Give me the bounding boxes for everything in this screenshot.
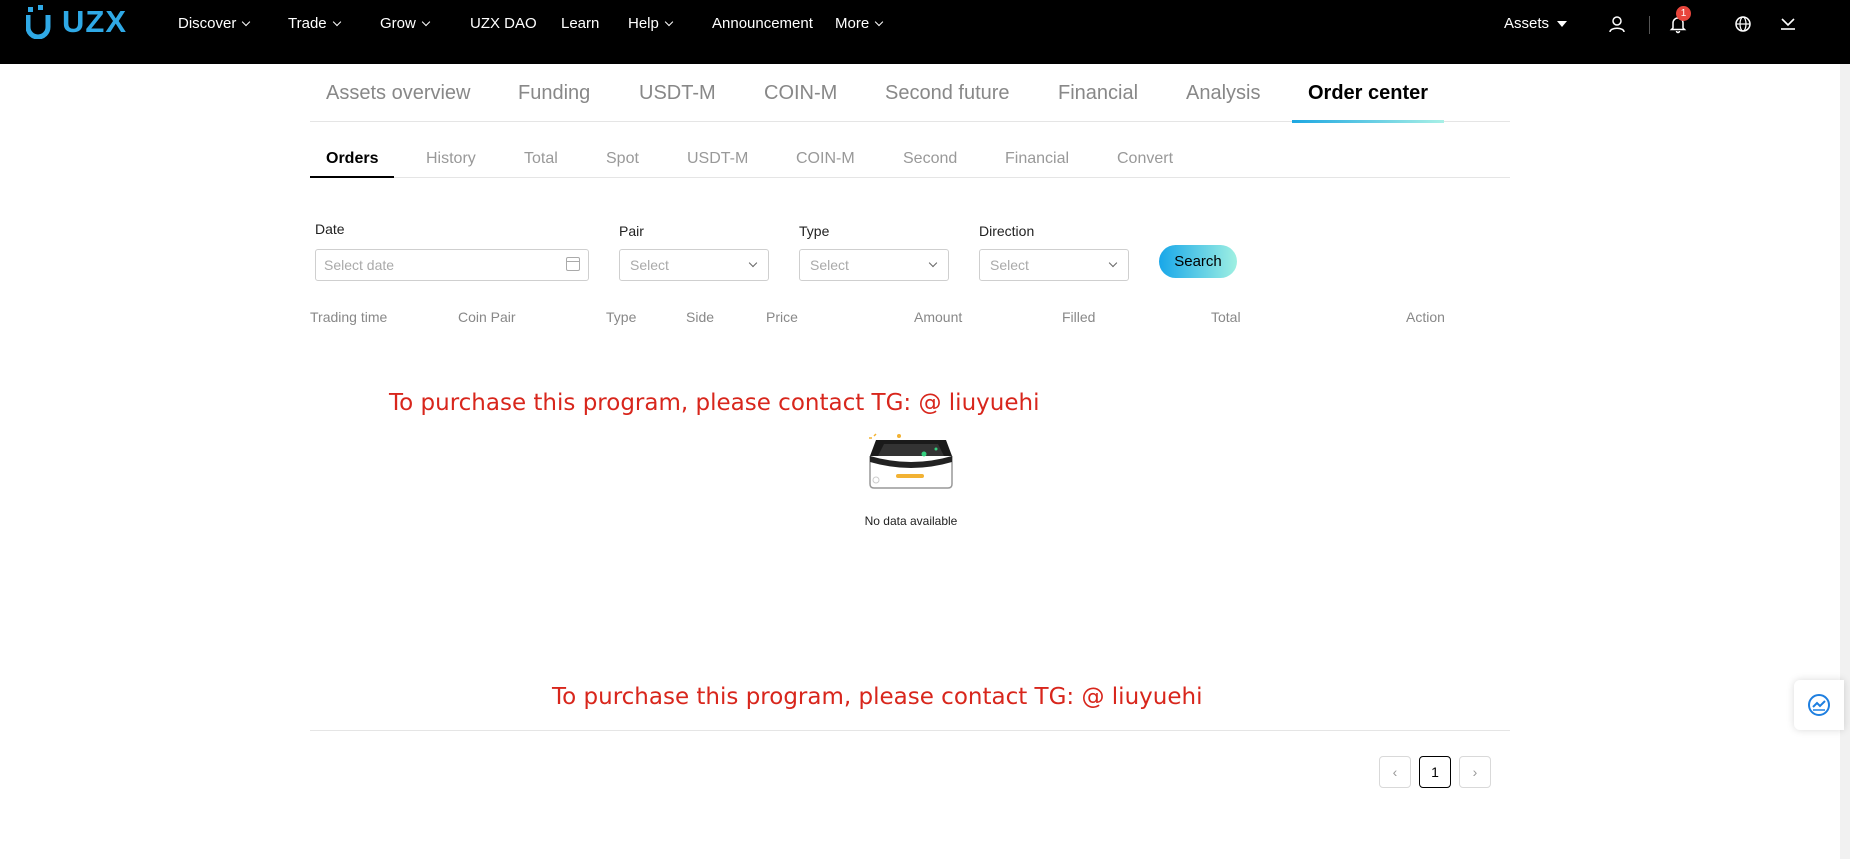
direction-select-value: Select <box>990 257 1029 273</box>
tab-funding[interactable]: Funding <box>518 82 590 105</box>
col-filled: Filled <box>1062 309 1096 325</box>
divider <box>310 730 1510 731</box>
user-icon[interactable] <box>1607 14 1627 34</box>
nav-trade[interactable]: Trade <box>288 15 341 32</box>
support-widget[interactable] <box>1794 680 1844 730</box>
subtab-spot[interactable]: Spot <box>606 150 639 168</box>
chevron-down-icon <box>874 17 884 26</box>
empty-box-icon <box>869 433 953 489</box>
pair-label: Pair <box>619 223 644 239</box>
tab-second-future[interactable]: Second future <box>885 82 1010 105</box>
type-select[interactable]: Select <box>799 249 949 281</box>
nav-grow[interactable]: Grow <box>380 15 431 32</box>
nav-more[interactable]: More <box>835 15 884 32</box>
search-button[interactable]: Search <box>1159 245 1237 278</box>
top-nav-bar: UZX Discover Trade Grow UZX DAO Learn He… <box>0 0 1850 64</box>
chevron-down-icon <box>748 258 758 268</box>
tab-usdt-m[interactable]: USDT-M <box>639 82 716 105</box>
watermark-text: To purchase this program, please contact… <box>389 390 1040 416</box>
watermark-text: To purchase this program, please contact… <box>552 684 1203 710</box>
nav-help[interactable]: Help <box>628 15 674 32</box>
nav-uzx-dao-label: UZX DAO <box>470 15 537 32</box>
date-picker-input[interactable]: Select date <box>315 249 589 281</box>
chevron-down-icon <box>928 258 938 268</box>
type-label: Type <box>799 223 830 239</box>
globe-icon[interactable] <box>1733 14 1753 34</box>
date-placeholder: Select date <box>324 257 395 273</box>
col-amount: Amount <box>914 309 963 325</box>
pair-select[interactable]: Select <box>619 249 769 281</box>
sub-tabs: Orders History Total Spot USDT-M COIN-M … <box>310 144 1510 178</box>
nav-uzx-dao[interactable]: UZX DAO <box>470 15 537 32</box>
col-price: Price <box>766 309 798 325</box>
nav-learn-label: Learn <box>561 15 600 32</box>
col-coin-pair: Coin Pair <box>458 309 516 325</box>
chevron-down-icon <box>1108 258 1118 268</box>
nav-announcement[interactable]: Announcement <box>712 15 813 32</box>
chevron-down-icon <box>242 17 251 26</box>
main-tab-indicator <box>1292 120 1444 123</box>
nav-help-label: Help <box>628 15 659 32</box>
col-total: Total <box>1211 309 1241 325</box>
nav-grow-label: Grow <box>380 15 416 32</box>
pagination-next-button[interactable]: › <box>1459 756 1491 788</box>
main-tabs: Assets overview Funding USDT-M COIN-M Se… <box>310 70 1510 122</box>
nav-divider <box>1649 16 1650 34</box>
col-action: Action <box>1406 309 1445 325</box>
notification-badge: 1 <box>1676 6 1691 21</box>
nav-assets[interactable]: Assets <box>1504 15 1568 32</box>
subtab-history[interactable]: History <box>426 150 476 168</box>
pagination-prev-button[interactable]: ‹ <box>1379 756 1411 788</box>
nav-more-label: More <box>835 15 870 32</box>
chevron-down-icon <box>332 17 341 26</box>
pagination-page-1[interactable]: 1 <box>1419 756 1451 788</box>
uzx-logo-icon <box>26 5 51 39</box>
subtab-usdt-m[interactable]: USDT-M <box>687 150 748 168</box>
empty-state-text: No data available <box>864 514 958 528</box>
col-side: Side <box>686 309 715 325</box>
tab-financial[interactable]: Financial <box>1058 82 1138 105</box>
nav-learn[interactable]: Learn <box>561 15 599 32</box>
nav-discover[interactable]: Discover <box>178 15 251 32</box>
subtab-orders[interactable]: Orders <box>326 150 378 168</box>
download-icon[interactable] <box>1778 14 1798 34</box>
subtab-coin-m[interactable]: COIN-M <box>796 150 855 168</box>
chevron-down-icon <box>664 17 674 26</box>
subtab-second[interactable]: Second <box>903 150 957 168</box>
nav-announcement-label: Announcement <box>712 15 813 32</box>
sub-tab-indicator <box>310 176 394 178</box>
nav-assets-label: Assets <box>1504 15 1550 32</box>
nav-discover-label: Discover <box>178 15 237 32</box>
subtab-convert[interactable]: Convert <box>1117 150 1173 168</box>
tab-order-center[interactable]: Order center <box>1308 82 1428 105</box>
direction-select[interactable]: Select <box>979 249 1129 281</box>
page-scrollbar[interactable] <box>1840 64 1850 859</box>
nav-trade-label: Trade <box>288 15 327 32</box>
tab-coin-m[interactable]: COIN-M <box>764 82 837 105</box>
calendar-icon <box>566 257 580 271</box>
col-trading-time: Trading time <box>310 309 388 325</box>
subtab-financial[interactable]: Financial <box>1005 150 1069 168</box>
pair-select-value: Select <box>630 257 669 273</box>
type-select-value: Select <box>810 257 849 273</box>
col-type: Type <box>606 309 637 325</box>
logo-text: UZX <box>62 4 127 39</box>
direction-label: Direction <box>979 223 1035 239</box>
chevron-down-icon <box>421 17 431 26</box>
tab-analysis[interactable]: Analysis <box>1186 82 1260 105</box>
support-chat-icon <box>1808 694 1830 716</box>
tab-assets-overview[interactable]: Assets overview <box>326 82 471 105</box>
uzx-logo[interactable]: UZX <box>26 2 127 42</box>
caret-down-icon <box>1557 20 1568 27</box>
date-label: Date <box>315 221 345 237</box>
subtab-total[interactable]: Total <box>524 150 558 168</box>
